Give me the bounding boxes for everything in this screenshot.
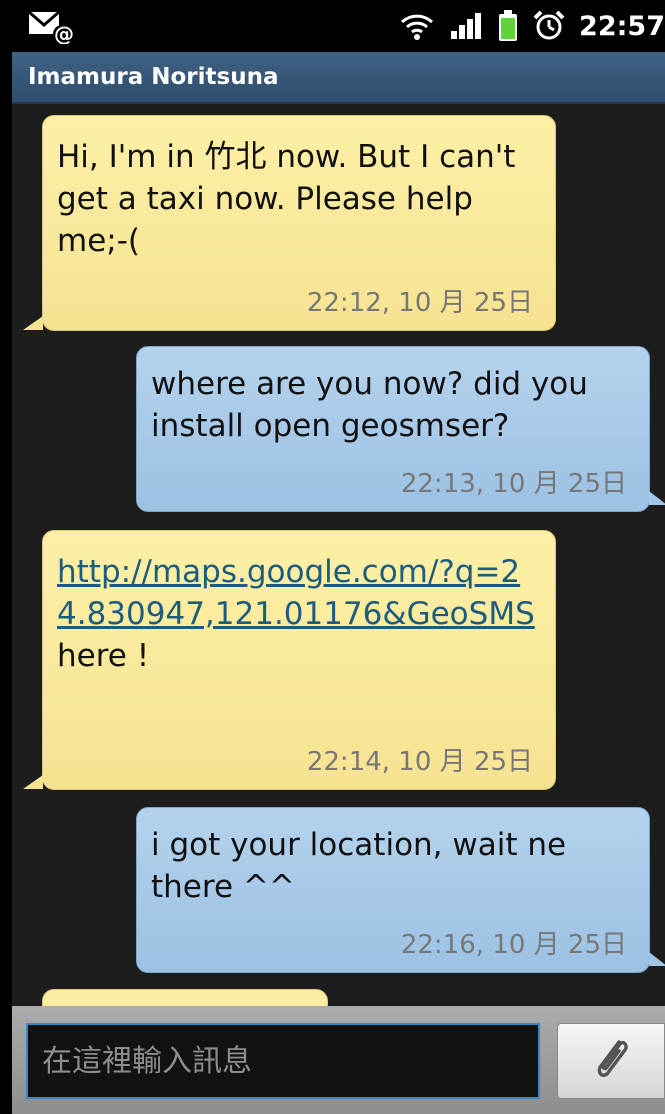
- map-link[interactable]: http://maps.google.com/?q=24.830947,121.…: [57, 554, 535, 632]
- message-timestamp: 22:12, 10 月 25日: [306, 288, 533, 318]
- wifi-icon: [399, 11, 435, 41]
- message-text: Hi, I'm in 竹北 now. But I can't get a tax…: [57, 139, 516, 259]
- status-time: 22:57: [579, 10, 665, 42]
- messaging-screen: @ 22:57 Imamura Noritsuna Hi, I'm in 竹北 …: [0, 0, 665, 1114]
- svg-text:@: @: [54, 22, 74, 44]
- conversation-header: Imamura Noritsuna: [12, 52, 665, 104]
- message-bubble-outgoing[interactable]: where are you now? did you install open …: [136, 346, 665, 512]
- message-input[interactable]: [26, 1023, 540, 1099]
- contact-name: Imamura Noritsuna: [28, 64, 279, 90]
- message-timestamp: 22:16, 10 月 25日: [400, 930, 627, 960]
- message-bubble-incoming[interactable]: http://maps.google.com/?q=24.830947,121.…: [23, 530, 556, 790]
- message-text: where are you now? did you install open …: [151, 366, 588, 444]
- message-bubble-outgoing[interactable]: i got your location, wait ne there ^^ 22…: [136, 807, 665, 973]
- alarm-icon: [533, 10, 565, 42]
- signal-icon: [449, 11, 483, 41]
- composer-bar: [12, 1006, 665, 1114]
- message-list[interactable]: Hi, I'm in 竹北 now. But I can't get a tax…: [12, 104, 665, 1006]
- status-bar: @ 22:57: [0, 0, 665, 52]
- message-bubble-incoming[interactable]: Hi, I'm in 竹北 now. But I can't get a tax…: [23, 115, 556, 331]
- email-notification-icon: @: [28, 8, 74, 48]
- message-bubble-incoming-partial[interactable]: [42, 989, 328, 1006]
- message-timestamp: 22:13, 10 月 25日: [400, 469, 627, 499]
- attach-button[interactable]: [557, 1023, 665, 1099]
- battery-icon: [497, 10, 519, 42]
- message-text: i got your location, wait ne there ^^: [151, 827, 567, 905]
- message-timestamp: 22:14, 10 月 25日: [306, 747, 533, 777]
- message-text: here !: [57, 638, 150, 674]
- paperclip-icon: [589, 1034, 633, 1088]
